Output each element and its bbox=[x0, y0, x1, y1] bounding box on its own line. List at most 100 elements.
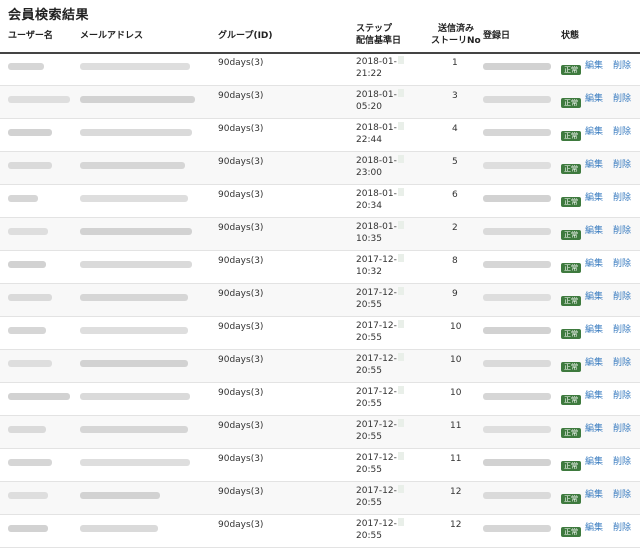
step-datetime: 2018-01- 20:34 bbox=[356, 188, 404, 212]
date-redacted bbox=[397, 254, 404, 262]
date-redacted bbox=[397, 122, 404, 130]
table-row: 90days(3) 2017-12- 20:55 12 正常 編集 削除 bbox=[0, 482, 640, 515]
step-date: 2018-01- bbox=[356, 222, 397, 232]
registered-redacted bbox=[483, 129, 551, 136]
step-datetime: 2018-01- 22:44 bbox=[356, 122, 404, 146]
edit-link[interactable]: 編集 bbox=[585, 190, 603, 203]
table-row: 90days(3) 2018-01- 22:44 4 正常 編集 削除 bbox=[0, 119, 640, 152]
edit-link[interactable]: 編集 bbox=[585, 454, 603, 467]
edit-link[interactable]: 編集 bbox=[585, 355, 603, 368]
story-number: 10 bbox=[450, 388, 462, 398]
registered-redacted bbox=[483, 459, 551, 466]
delete-link[interactable]: 削除 bbox=[613, 322, 631, 335]
step-datetime: 2017-12- 20:55 bbox=[356, 452, 404, 476]
step-datetime: 2017-12- 20:55 bbox=[356, 518, 404, 542]
status-badge: 正常 bbox=[561, 65, 581, 75]
step-datetime: 2017-12- 20:55 bbox=[356, 419, 404, 443]
delete-link[interactable]: 削除 bbox=[613, 190, 631, 203]
col-step-line2: 配信基準日 bbox=[356, 36, 402, 46]
table-row: 90days(3) 2018-01- 05:20 3 正常 編集 削除 bbox=[0, 86, 640, 119]
date-redacted bbox=[397, 155, 404, 163]
username-redacted bbox=[8, 294, 52, 301]
story-number: 12 bbox=[450, 487, 462, 497]
table-row: 90days(3) 2017-12- 20:55 10 正常 編集 削除 bbox=[0, 317, 640, 350]
step-time: 20:55 bbox=[356, 432, 382, 442]
edit-link[interactable]: 編集 bbox=[585, 58, 603, 71]
registered-redacted bbox=[483, 294, 551, 301]
delete-link[interactable]: 削除 bbox=[613, 520, 631, 533]
username-redacted bbox=[8, 195, 38, 202]
step-time: 20:55 bbox=[356, 399, 382, 409]
status-badge: 正常 bbox=[561, 461, 581, 471]
delete-link[interactable]: 削除 bbox=[613, 487, 631, 500]
step-datetime: 2017-12- 20:55 bbox=[356, 353, 404, 377]
registered-redacted bbox=[483, 228, 551, 235]
table-row: 90days(3) 2017-12- 20:55 9 正常 編集 削除 bbox=[0, 284, 640, 317]
delete-link[interactable]: 削除 bbox=[613, 454, 631, 467]
edit-link[interactable]: 編集 bbox=[585, 487, 603, 500]
edit-link[interactable]: 編集 bbox=[585, 322, 603, 335]
email-redacted bbox=[80, 261, 192, 268]
delete-link[interactable]: 削除 bbox=[613, 124, 631, 137]
step-time: 20:55 bbox=[356, 531, 382, 541]
step-date: 2018-01- bbox=[356, 156, 397, 166]
status-badge: 正常 bbox=[561, 428, 581, 438]
delete-link[interactable]: 削除 bbox=[613, 91, 631, 104]
edit-link[interactable]: 編集 bbox=[585, 289, 603, 302]
group-cell: 90days(3) bbox=[218, 487, 264, 497]
status-badge: 正常 bbox=[561, 230, 581, 240]
delete-link[interactable]: 削除 bbox=[613, 289, 631, 302]
group-cell: 90days(3) bbox=[218, 124, 264, 134]
step-datetime: 2017-12- 10:32 bbox=[356, 254, 404, 278]
step-datetime: 2018-01- 10:35 bbox=[356, 221, 404, 245]
delete-link[interactable]: 削除 bbox=[613, 223, 631, 236]
edit-link[interactable]: 編集 bbox=[585, 223, 603, 236]
edit-link[interactable]: 編集 bbox=[585, 124, 603, 137]
edit-link[interactable]: 編集 bbox=[585, 256, 603, 269]
group-cell: 90days(3) bbox=[218, 388, 264, 398]
step-date: 2018-01- bbox=[356, 189, 397, 199]
step-date: 2017-12- bbox=[356, 453, 397, 463]
col-group: グループ(ID) bbox=[218, 31, 273, 41]
story-number: 6 bbox=[452, 190, 458, 200]
date-redacted bbox=[397, 89, 404, 97]
group-cell: 90days(3) bbox=[218, 520, 264, 530]
col-registered: 登録日 bbox=[483, 31, 511, 41]
date-redacted bbox=[397, 287, 404, 295]
edit-link[interactable]: 編集 bbox=[585, 91, 603, 104]
table-row: 90days(3) 2018-01- 21:22 1 正常 編集 削除 bbox=[0, 53, 640, 86]
status-badge: 正常 bbox=[561, 197, 581, 207]
step-time: 20:55 bbox=[356, 333, 382, 343]
group-cell: 90days(3) bbox=[218, 421, 264, 431]
delete-link[interactable]: 削除 bbox=[613, 256, 631, 269]
table-row: 90days(3) 2018-01- 20:34 6 正常 編集 削除 bbox=[0, 185, 640, 218]
edit-link[interactable]: 編集 bbox=[585, 157, 603, 170]
delete-link[interactable]: 削除 bbox=[613, 421, 631, 434]
edit-link[interactable]: 編集 bbox=[585, 388, 603, 401]
step-date: 2017-12- bbox=[356, 486, 397, 496]
email-redacted bbox=[80, 393, 190, 400]
delete-link[interactable]: 削除 bbox=[613, 157, 631, 170]
email-redacted bbox=[80, 360, 188, 367]
email-redacted bbox=[80, 63, 190, 70]
date-redacted bbox=[397, 353, 404, 361]
story-number: 10 bbox=[450, 322, 462, 332]
delete-link[interactable]: 削除 bbox=[613, 388, 631, 401]
email-redacted bbox=[80, 228, 192, 235]
edit-link[interactable]: 編集 bbox=[585, 421, 603, 434]
registered-redacted bbox=[483, 492, 551, 499]
username-redacted bbox=[8, 63, 44, 70]
email-redacted bbox=[80, 162, 185, 169]
username-redacted bbox=[8, 162, 52, 169]
table-row: 90days(3) 2018-01- 10:35 2 正常 編集 削除 bbox=[0, 218, 640, 251]
story-number: 2 bbox=[452, 223, 458, 233]
step-date: 2018-01- bbox=[356, 123, 397, 133]
step-time: 22:44 bbox=[356, 135, 382, 145]
email-redacted bbox=[80, 294, 188, 301]
group-cell: 90days(3) bbox=[218, 157, 264, 167]
edit-link[interactable]: 編集 bbox=[585, 520, 603, 533]
registered-redacted bbox=[483, 327, 551, 334]
delete-link[interactable]: 削除 bbox=[613, 58, 631, 71]
delete-link[interactable]: 削除 bbox=[613, 355, 631, 368]
email-redacted bbox=[80, 426, 188, 433]
